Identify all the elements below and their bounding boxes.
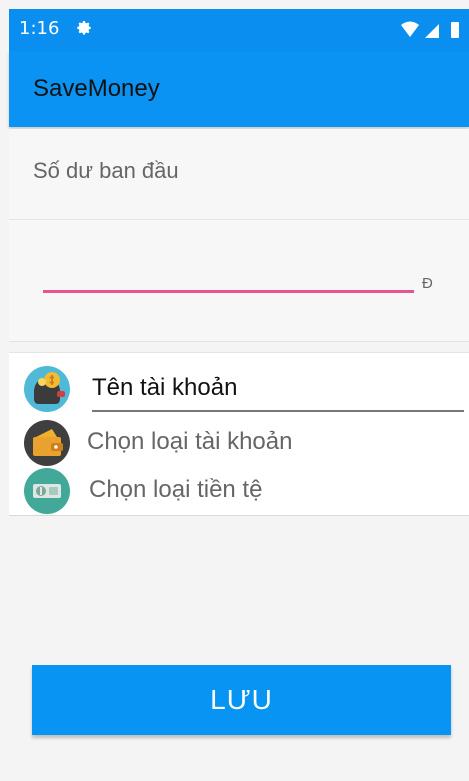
app-bar: SaveMoney: [9, 51, 469, 127]
signal-icon: [425, 24, 439, 38]
money-bag-icon: [24, 366, 70, 412]
battery-icon: [451, 22, 459, 38]
status-icons: [401, 21, 459, 38]
save-button[interactable]: LƯU: [32, 665, 451, 735]
initial-balance-input[interactable]: [43, 260, 414, 293]
initial-balance-section: Số dư ban đầu: [9, 129, 469, 220]
balance-input-section: Đ: [9, 220, 469, 342]
account-name-input[interactable]: [92, 368, 464, 412]
currency-symbol: Đ: [422, 275, 433, 292]
initial-balance-label: Số dư ban đầu: [33, 158, 179, 183]
status-time: 1:16: [19, 18, 60, 39]
wallet-icon[interactable]: [23, 419, 71, 467]
page-title: SaveMoney: [33, 75, 160, 102]
account-type-select[interactable]: Chọn loại tài khoản: [87, 428, 292, 456]
currency-select[interactable]: Chọn loại tiền tệ: [89, 476, 262, 504]
wifi-icon: [401, 21, 419, 37]
account-details-section: Chọn loại tài khoản Chọn loại tiền tệ: [9, 352, 469, 516]
gear-icon: [77, 21, 91, 35]
status-bar: 1:16: [9, 9, 469, 51]
banknote-icon[interactable]: [23, 467, 71, 515]
